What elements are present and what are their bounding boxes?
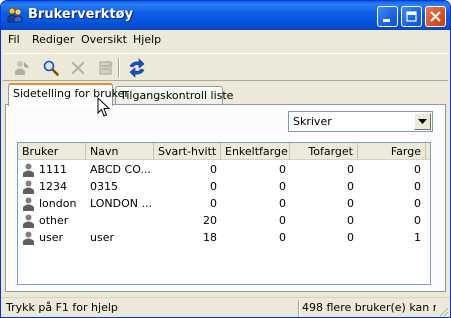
cell-enkeltfarge: 0 [279, 197, 286, 210]
cell-svart-hvitt: 0 [210, 163, 217, 176]
cell-enkeltfarge: 0 [279, 231, 286, 244]
table-row[interactable]: london LONDON ... 0 0 0 0 [18, 196, 430, 212]
user-icon [23, 180, 34, 194]
cell-tofarget: 0 [347, 163, 354, 176]
menu-rediger[interactable]: Rediger [32, 33, 74, 46]
search-user-button[interactable] [39, 57, 62, 79]
close-button[interactable] [425, 6, 446, 27]
user-icon [23, 231, 34, 245]
mouse-cursor-icon [97, 97, 111, 117]
table-row[interactable]: user user 18 0 0 1 [18, 230, 430, 246]
menu-bar: Fil Rediger Oversikt Hjelp [1, 30, 450, 50]
app-window: Brukerverktøy Fil Rediger Oversikt Hjelp [0, 0, 451, 318]
status-help-text: Trykk på F1 for hjelp [6, 301, 118, 314]
user-icon [23, 214, 34, 228]
column-header-navn[interactable]: Navn [86, 143, 154, 160]
cell-enkeltfarge: 0 [279, 214, 286, 227]
cell-navn: ABCD CO... [90, 163, 151, 176]
table-row[interactable]: 1234 0315 0 0 0 0 [18, 179, 430, 195]
tab-sidetelling-label: Sidetelling for bruker [13, 87, 129, 100]
user-icon [23, 197, 34, 211]
printer-filter-select[interactable]: Skriver [288, 111, 433, 132]
toolbar [3, 53, 448, 81]
column-header-tofarget[interactable]: Tofarget [290, 143, 358, 160]
cell-tofarget: 0 [347, 180, 354, 193]
cell-bruker: london [39, 197, 77, 210]
user-icon [23, 163, 34, 177]
close-icon [430, 11, 441, 22]
resize-grip-icon[interactable] [437, 305, 449, 317]
cell-farge: 0 [414, 180, 421, 193]
cell-farge: 0 [414, 197, 421, 210]
cell-bruker: 1111 [39, 163, 67, 176]
delete-button[interactable] [66, 57, 89, 79]
edit-user-button[interactable] [10, 57, 33, 79]
column-header-bruker[interactable]: Bruker [18, 143, 86, 160]
maximize-icon [406, 11, 417, 22]
refresh-button[interactable] [125, 57, 148, 79]
delete-icon [71, 61, 84, 75]
reset-counter-icon [99, 60, 113, 75]
chevron-down-icon [418, 118, 427, 124]
app-users-icon[interactable] [7, 7, 23, 23]
toolbar-separator [118, 58, 120, 78]
cell-svart-hvitt: 20 [203, 214, 217, 227]
status-bar: Trykk på F1 for hjelp 498 flere bruker(e… [1, 297, 450, 317]
user-list[interactable]: Bruker Navn Svart-hvitt Enkeltfarge Tofa… [17, 142, 431, 285]
cell-farge: 1 [414, 231, 421, 244]
search-user-icon [43, 60, 59, 76]
menu-oversikt[interactable]: Oversikt [81, 33, 127, 46]
cell-navn: user [90, 231, 114, 244]
tab-tilgangskontroll-label: Tilgangskontroll liste [120, 89, 234, 102]
minimize-icon [383, 19, 390, 22]
cell-tofarget: 0 [347, 214, 354, 227]
cell-svart-hvitt: 18 [203, 231, 217, 244]
column-header-svart-hvitt[interactable]: Svart-hvitt [154, 143, 221, 160]
refresh-icon [129, 58, 144, 78]
list-header: Bruker Navn Svart-hvitt Enkeltfarge Tofa… [18, 143, 430, 160]
cell-bruker: other [39, 214, 69, 227]
cell-enkeltfarge: 0 [279, 163, 286, 176]
title-bar[interactable]: Brukerverktøy [1, 1, 450, 30]
cell-farge: 0 [414, 163, 421, 176]
cell-bruker: user [39, 231, 63, 244]
cell-navn: LONDON ... [90, 197, 152, 210]
cell-navn: 0315 [90, 180, 118, 193]
cell-enkeltfarge: 0 [279, 180, 286, 193]
cell-tofarget: 0 [347, 197, 354, 210]
dropdown-button[interactable] [414, 113, 431, 130]
cell-farge: 0 [414, 214, 421, 227]
reset-counter-button[interactable] [94, 57, 117, 79]
table-row[interactable]: other 20 0 0 0 [18, 213, 430, 229]
tab-tilgangskontroll[interactable]: Tilgangskontroll liste [115, 86, 233, 106]
window-title: Brukerverktøy [28, 7, 134, 22]
menu-hjelp[interactable]: Hjelp [133, 33, 161, 46]
table-row[interactable]: 1111 ABCD CO... 0 0 0 0 [18, 162, 430, 178]
maximize-button[interactable] [401, 6, 422, 27]
cell-svart-hvitt: 0 [210, 197, 217, 210]
user-edit-icon [14, 61, 29, 75]
column-header-farge[interactable]: Farge [358, 143, 426, 160]
printer-filter-value: Skriver [293, 115, 332, 128]
cell-bruker: 1234 [39, 180, 67, 193]
cell-tofarget: 0 [347, 231, 354, 244]
minimize-button[interactable] [377, 6, 398, 27]
cell-svart-hvitt: 0 [210, 180, 217, 193]
menu-fil[interactable]: Fil [8, 33, 20, 46]
column-header-enkeltfarge[interactable]: Enkeltfarge [221, 143, 290, 160]
status-user-quota: 498 flere bruker(e) kan reg [298, 300, 436, 317]
